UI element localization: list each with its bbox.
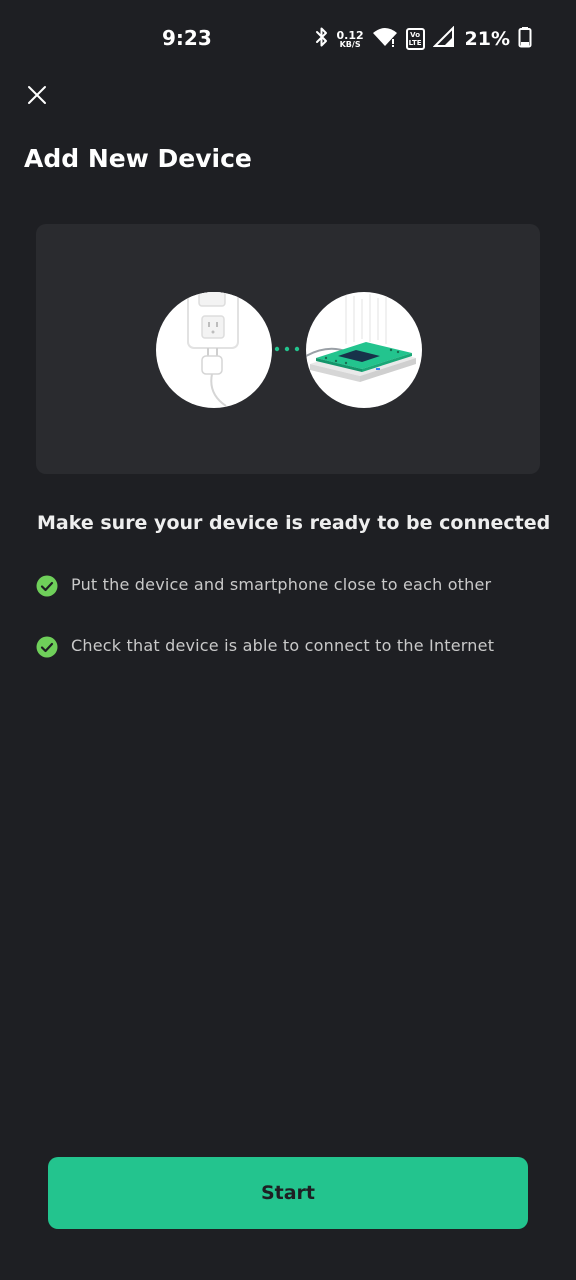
checklist-item: Check that device is able to connect to … xyxy=(36,633,494,658)
close-button[interactable] xyxy=(22,82,52,112)
volte-bottom: LTE xyxy=(408,39,422,47)
checklist-heading: Make sure your device is ready to be con… xyxy=(37,512,551,534)
battery-percent: 21% xyxy=(464,28,510,50)
start-button[interactable]: Start xyxy=(48,1157,528,1229)
checklist-item-text: Put the device and smartphone close to e… xyxy=(71,575,492,594)
connection-illustration xyxy=(156,292,422,408)
volte-top: Vo xyxy=(410,31,420,39)
signal-icon xyxy=(432,25,455,53)
page-title: Add New Device xyxy=(24,144,252,173)
checklist-item-text: Check that device is able to connect to … xyxy=(71,636,495,655)
illustration-card xyxy=(36,224,540,474)
device-board-icon xyxy=(306,292,422,408)
close-icon xyxy=(27,85,47,110)
check-circle-icon xyxy=(36,636,58,658)
status-icons: 0.12 KB/S Vo LTE 21% xyxy=(315,25,532,53)
power-outlet-icon xyxy=(156,292,272,408)
checklist-item: Put the device and smartphone close to e… xyxy=(36,572,491,597)
bluetooth-icon xyxy=(315,26,329,53)
net-speed-value: 0.12 xyxy=(336,28,364,42)
check-circle-icon xyxy=(36,575,58,597)
battery-icon xyxy=(518,26,532,53)
net-speed-unit: KB/S xyxy=(339,39,361,49)
net-speed: 0.12 KB/S xyxy=(337,30,364,49)
status-bar: 9:23 0.12 KB/S Vo LTE 21% xyxy=(0,0,576,78)
volte-icon: Vo LTE xyxy=(405,28,425,50)
wifi-icon xyxy=(372,26,398,53)
connection-dots xyxy=(274,346,300,352)
status-time: 9:23 xyxy=(162,26,212,50)
